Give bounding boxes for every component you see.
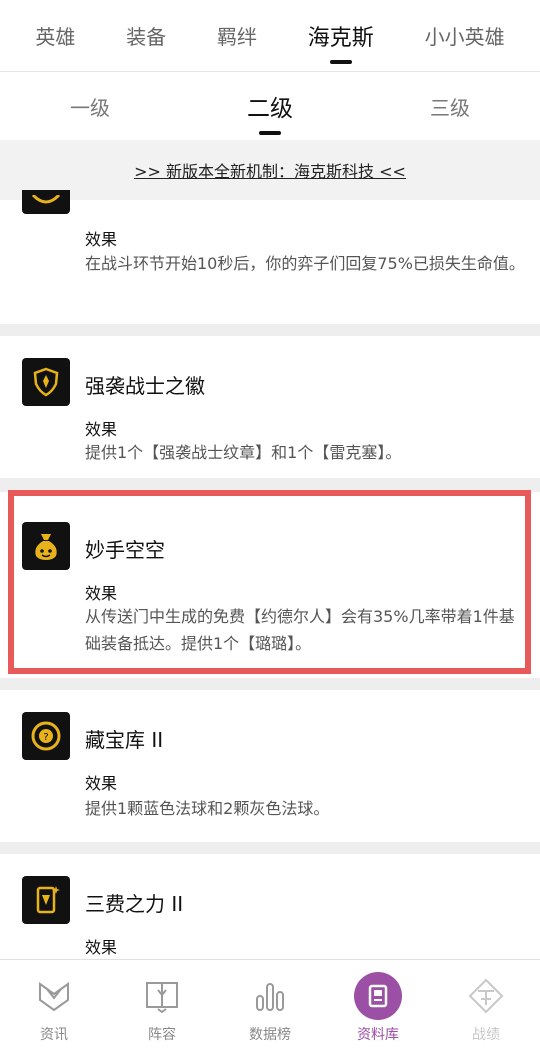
card-icon-wrap <box>22 876 70 924</box>
tab-heroes[interactable]: 英雄 <box>29 15 81 56</box>
tab-level-2[interactable]: 二级 <box>180 89 360 135</box>
tab-traits[interactable]: 羁绊 <box>211 15 263 56</box>
nav-label: 战绩 <box>472 1027 500 1043</box>
chart-icon <box>246 972 294 1020</box>
nav-label: 数据榜 <box>249 1027 291 1043</box>
augment-card[interactable]: ? 藏宝库 II 效果 提供1颗蓝色法球和2颗灰色法球。 <box>0 690 540 842</box>
shield-emblem-icon <box>22 358 70 406</box>
nav-record[interactable]: 战绩 <box>432 960 540 1049</box>
effect-label: 效果 <box>85 420 118 439</box>
money-bag-icon <box>22 522 70 570</box>
card-icon <box>22 876 70 924</box>
card-title: 三费之力 II <box>85 892 184 916</box>
effect-label: 效果 <box>85 584 118 603</box>
category-tabs: 英雄 装备 羁绊 海克斯 小小英雄 <box>0 0 540 72</box>
card-title: 藏宝库 II <box>85 728 164 752</box>
treasure-orb-icon: ? <box>22 712 70 760</box>
effect-description: 从传送门中生成的免费【约德尔人】会有35%几率带着1件基础装备抵达。提供1个【璐… <box>85 607 515 653</box>
card-icon-wrap <box>22 358 70 406</box>
nav-lineup[interactable]: 阵容 <box>108 960 216 1049</box>
tab-level-1[interactable]: 一级 <box>0 92 180 121</box>
card-icon-wrap <box>22 190 70 214</box>
augment-card[interactable]: 三费之力 II 效果 <box>0 854 540 964</box>
card-title: 妙手空空 <box>85 538 165 562</box>
card-icon-wrap <box>22 522 70 570</box>
augment-card[interactable]: 妙手空空 效果 从传送门中生成的免费【约德尔人】会有35%几率带着1件基础装备抵… <box>0 492 540 678</box>
effect-description: 在战斗环节开始10秒后，你的弈子们回复75%已损失生命值。 <box>85 254 525 273</box>
effect-label: 效果 <box>85 230 118 249</box>
svg-text:?: ? <box>43 732 48 743</box>
banner-link[interactable]: >> 新版本全新机制：海克斯科技 << <box>134 158 406 182</box>
tab-little-legends[interactable]: 小小英雄 <box>419 15 511 56</box>
nav-label: 资料库 <box>357 1027 399 1043</box>
tab-hextech[interactable]: 海克斯 <box>302 14 380 64</box>
nav-charts[interactable]: 数据榜 <box>216 960 324 1049</box>
effect-description: 提供1颗蓝色法球和2颗灰色法球。 <box>85 799 330 818</box>
effect-description: 提供1个【强袭战士纹章】和1个【雷克塞】。 <box>85 443 402 462</box>
news-icon <box>30 972 78 1020</box>
tab-level-3[interactable]: 三级 <box>360 92 540 121</box>
tab-items[interactable]: 装备 <box>120 15 172 56</box>
screen: 英雄 装备 羁绊 海克斯 小小英雄 一级 二级 三级 >> 新版本全新机制：海克… <box>0 0 540 1049</box>
record-icon <box>462 972 510 1020</box>
effect-label: 效果 <box>85 938 118 957</box>
nav-label: 资讯 <box>40 1027 68 1043</box>
level-tabs: 一级 二级 三级 <box>0 72 540 140</box>
lineup-icon <box>138 972 186 1020</box>
effect-label: 效果 <box>85 774 118 793</box>
mechanic-banner: >> 新版本全新机制：海克斯科技 << <box>0 140 540 200</box>
bottom-nav: 资讯 阵容 数据榜 资料库 战绩 <box>0 959 540 1049</box>
nav-library[interactable]: 资料库 <box>324 960 432 1049</box>
augment-card[interactable]: 强袭战士之徽 效果 提供1个【强袭战士纹章】和1个【雷克塞】。 <box>0 336 540 478</box>
card-title: 强袭战士之徽 <box>85 374 205 398</box>
card-icon-wrap: ? <box>22 712 70 760</box>
augment-card[interactable]: 效果 在战斗环节开始10秒后，你的弈子们回复75%已损失生命值。 <box>0 190 540 324</box>
nav-news[interactable]: 资讯 <box>0 960 108 1049</box>
partial-gold-icon <box>22 190 70 214</box>
library-icon <box>354 972 402 1020</box>
nav-label: 阵容 <box>148 1027 176 1043</box>
